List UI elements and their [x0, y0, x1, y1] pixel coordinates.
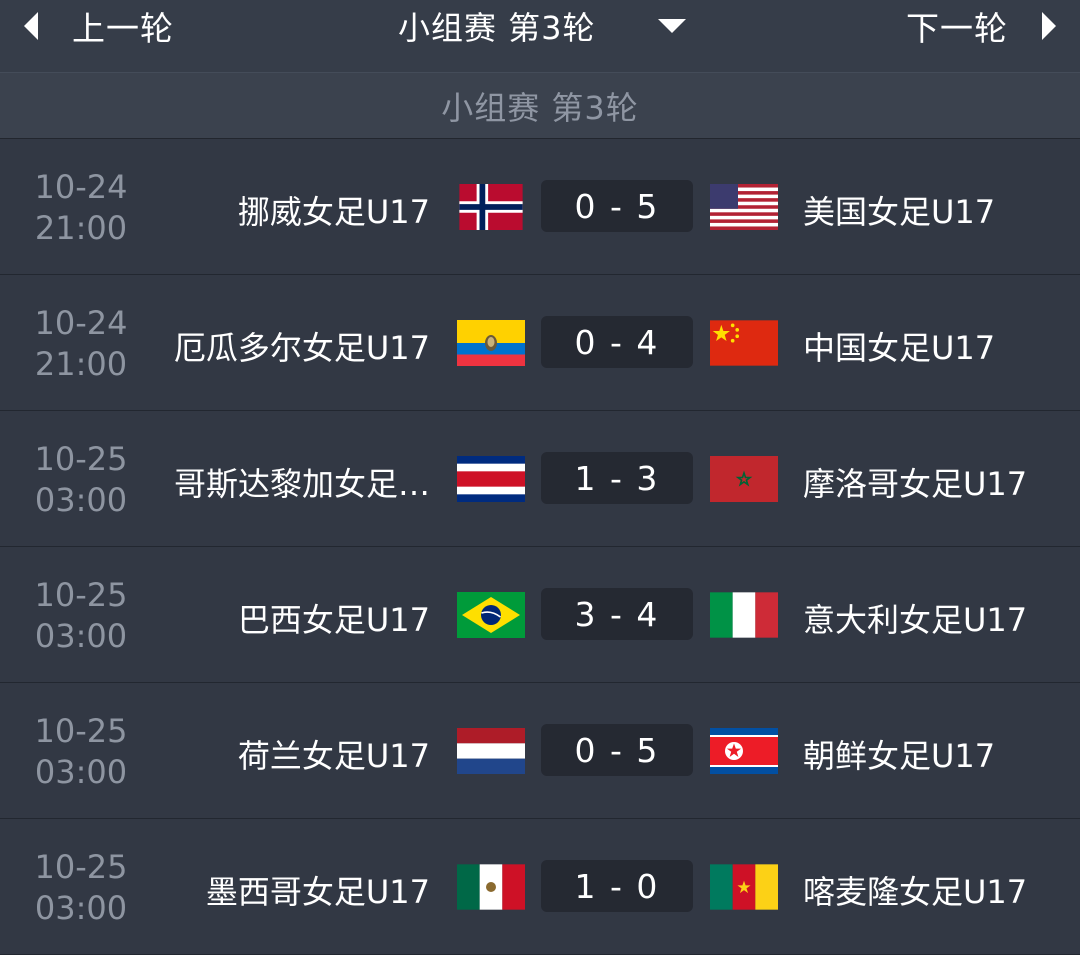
match-date-text: 10-24 — [34, 304, 128, 342]
match-date-text: 10-25 — [34, 576, 128, 614]
match-time: 10-25 03:00 — [26, 847, 136, 929]
score-box: 3 - 4 — [541, 588, 693, 640]
costa-rica-flag-icon — [457, 456, 525, 502]
next-round-label: 下一轮 — [906, 9, 1008, 48]
home-team-name: 厄瓜多尔女足U17 — [173, 329, 430, 367]
match-date-text: 10-25 — [34, 440, 128, 478]
match-date-text: 10-25 — [34, 712, 128, 750]
netherlands-flag-icon — [457, 728, 525, 774]
ecuador-flag-icon — [457, 320, 525, 366]
match-time: 10-24 21:00 — [26, 303, 136, 385]
match-row[interactable]: 10-25 03:00 巴西女足U17 3 - 4 意大利女足U17 — [0, 547, 1080, 683]
morocco-flag-icon — [710, 456, 778, 502]
away-team-name: 朝鲜女足U17 — [803, 737, 996, 775]
match-row[interactable]: 10-25 03:00 哥斯达黎加女足… 1 - 3 摩洛哥女足U17 — [0, 411, 1080, 547]
away-team-name: 中国女足U17 — [803, 329, 996, 367]
match-clock-text: 03:00 — [34, 481, 128, 519]
away-team-name: 意大利女足U17 — [803, 601, 1028, 639]
chevron-left-icon — [24, 12, 38, 40]
section-header: 小组赛 第3轮 — [0, 73, 1080, 139]
score-box: 0 - 4 — [541, 316, 693, 368]
previous-round-label: 上一轮 — [72, 9, 174, 48]
home-team-name: 荷兰女足U17 — [237, 737, 430, 775]
match-row[interactable]: 10-25 03:00 墨西哥女足U17 1 - 0 喀麦隆女足U17 — [0, 819, 1080, 955]
north-korea-flag-icon — [710, 728, 778, 774]
match-clock-text: 21:00 — [34, 209, 128, 247]
round-selector-dropdown[interactable]: 小组赛 第3轮 — [398, 6, 686, 47]
away-team-name: 摩洛哥女足U17 — [803, 465, 1028, 503]
home-team-name: 挪威女足U17 — [237, 193, 430, 231]
top-navigation-bar: 上一轮 小组赛 第3轮 下一轮 — [0, 0, 1080, 73]
home-team-name: 哥斯达黎加女足… — [173, 465, 430, 503]
cameroon-flag-icon — [710, 864, 778, 910]
italy-flag-icon — [710, 592, 778, 638]
next-round-button[interactable]: 下一轮 — [906, 6, 1056, 48]
match-list: 10-24 21:00 挪威女足U17 0 - 5 美国女足U17 10-24 … — [0, 139, 1080, 955]
home-team-name: 巴西女足U17 — [237, 601, 430, 639]
match-row[interactable]: 10-25 03:00 荷兰女足U17 0 - 5 朝鲜女足U17 — [0, 683, 1080, 819]
match-time: 10-25 03:00 — [26, 575, 136, 657]
match-time: 10-25 03:00 — [26, 439, 136, 521]
score-box: 0 - 5 — [541, 724, 693, 776]
score-box: 0 - 5 — [541, 180, 693, 232]
previous-round-button[interactable]: 上一轮 — [24, 6, 174, 48]
match-row[interactable]: 10-24 21:00 厄瓜多尔女足U17 0 - 4 中国女足U17 — [0, 275, 1080, 411]
usa-flag-icon — [710, 184, 778, 230]
match-date-text: 10-24 — [34, 168, 128, 206]
match-clock-text: 03:00 — [34, 889, 128, 927]
mexico-flag-icon — [457, 864, 525, 910]
home-team-name: 墨西哥女足U17 — [205, 873, 430, 911]
match-time: 10-25 03:00 — [26, 711, 136, 793]
match-clock-text: 03:00 — [34, 753, 128, 791]
away-team-name: 喀麦隆女足U17 — [803, 873, 1028, 911]
china-flag-icon — [710, 320, 778, 366]
match-time: 10-24 21:00 — [26, 167, 136, 249]
score-box: 1 - 3 — [541, 452, 693, 504]
chevron-right-icon — [1042, 12, 1056, 40]
score-box: 1 - 0 — [541, 860, 693, 912]
match-clock-text: 21:00 — [34, 345, 128, 383]
away-team-name: 美国女足U17 — [803, 193, 996, 231]
chevron-down-icon — [657, 19, 686, 33]
match-row[interactable]: 10-24 21:00 挪威女足U17 0 - 5 美国女足U17 — [0, 139, 1080, 275]
round-selector-label: 小组赛 第3轮 — [398, 9, 596, 47]
brazil-flag-icon — [457, 592, 525, 638]
match-date-text: 10-25 — [34, 848, 128, 886]
norway-flag-icon — [457, 184, 525, 230]
section-title: 小组赛 第3轮 — [441, 88, 639, 127]
match-clock-text: 03:00 — [34, 617, 128, 655]
